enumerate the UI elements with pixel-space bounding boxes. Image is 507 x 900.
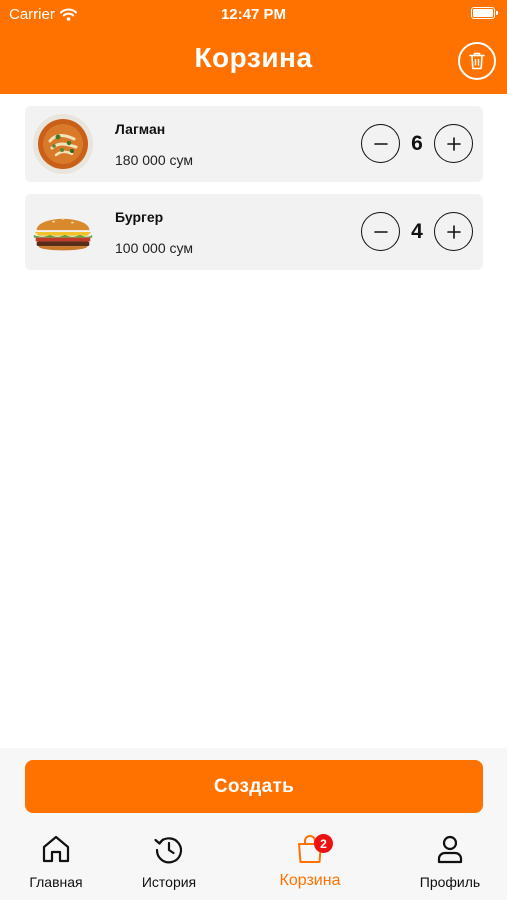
tab-home[interactable]: Главная xyxy=(6,832,106,890)
item-name: Лагман xyxy=(115,121,166,137)
plus-icon xyxy=(446,136,461,151)
tab-label: История xyxy=(141,874,197,890)
minus-icon xyxy=(373,142,388,145)
tab-profile[interactable]: Профиль xyxy=(400,832,500,890)
quantity-value: 4 xyxy=(411,219,423,243)
quantity-value: 6 xyxy=(411,131,423,155)
cart-item: Лагман 180 000 сум 6 xyxy=(25,106,483,182)
lagman-bowl-image xyxy=(31,112,95,176)
profile-icon xyxy=(433,832,467,866)
decrease-quantity-button[interactable] xyxy=(361,124,400,163)
tab-label: Главная xyxy=(29,874,83,890)
item-price: 100 000 сум xyxy=(115,240,193,256)
clear-cart-button[interactable] xyxy=(458,42,496,80)
header-bar: Carrier 12:47 PM Корзина xyxy=(0,0,507,94)
tab-cart[interactable]: 2 Корзина xyxy=(260,832,360,890)
tab-bar: Главная История 2 Корзина Профиль xyxy=(0,832,507,900)
decrease-quantity-button[interactable] xyxy=(361,212,400,251)
increase-quantity-button[interactable] xyxy=(434,212,473,251)
battery-icon xyxy=(471,7,498,19)
cart-bag-icon: 2 xyxy=(293,832,333,866)
item-name: Бургер xyxy=(115,209,164,225)
increase-quantity-button[interactable] xyxy=(434,124,473,163)
cart-item: Бургер 100 000 сум 4 xyxy=(25,194,483,270)
tab-label: Корзина xyxy=(279,872,341,889)
create-order-button[interactable]: Создать xyxy=(25,760,483,813)
cart-list: Лагман 180 000 сум 6 Бургер 100 000 сум … xyxy=(25,106,483,282)
page-title: Корзина xyxy=(194,42,313,73)
tab-history[interactable]: История xyxy=(119,832,219,890)
tab-label: Профиль xyxy=(419,874,481,890)
item-price: 180 000 сум xyxy=(115,152,193,168)
trash-icon xyxy=(469,52,485,70)
status-time: 12:47 PM xyxy=(220,6,287,23)
cart-count-badge: 2 xyxy=(314,834,333,853)
home-icon xyxy=(39,832,73,866)
quantity-stepper: 4 xyxy=(361,212,473,251)
status-bar: Carrier 12:47 PM xyxy=(0,0,507,28)
plus-icon xyxy=(446,224,461,239)
history-icon xyxy=(152,832,186,866)
minus-icon xyxy=(373,230,388,233)
quantity-stepper: 6 xyxy=(361,124,473,163)
burger-image xyxy=(31,200,95,264)
